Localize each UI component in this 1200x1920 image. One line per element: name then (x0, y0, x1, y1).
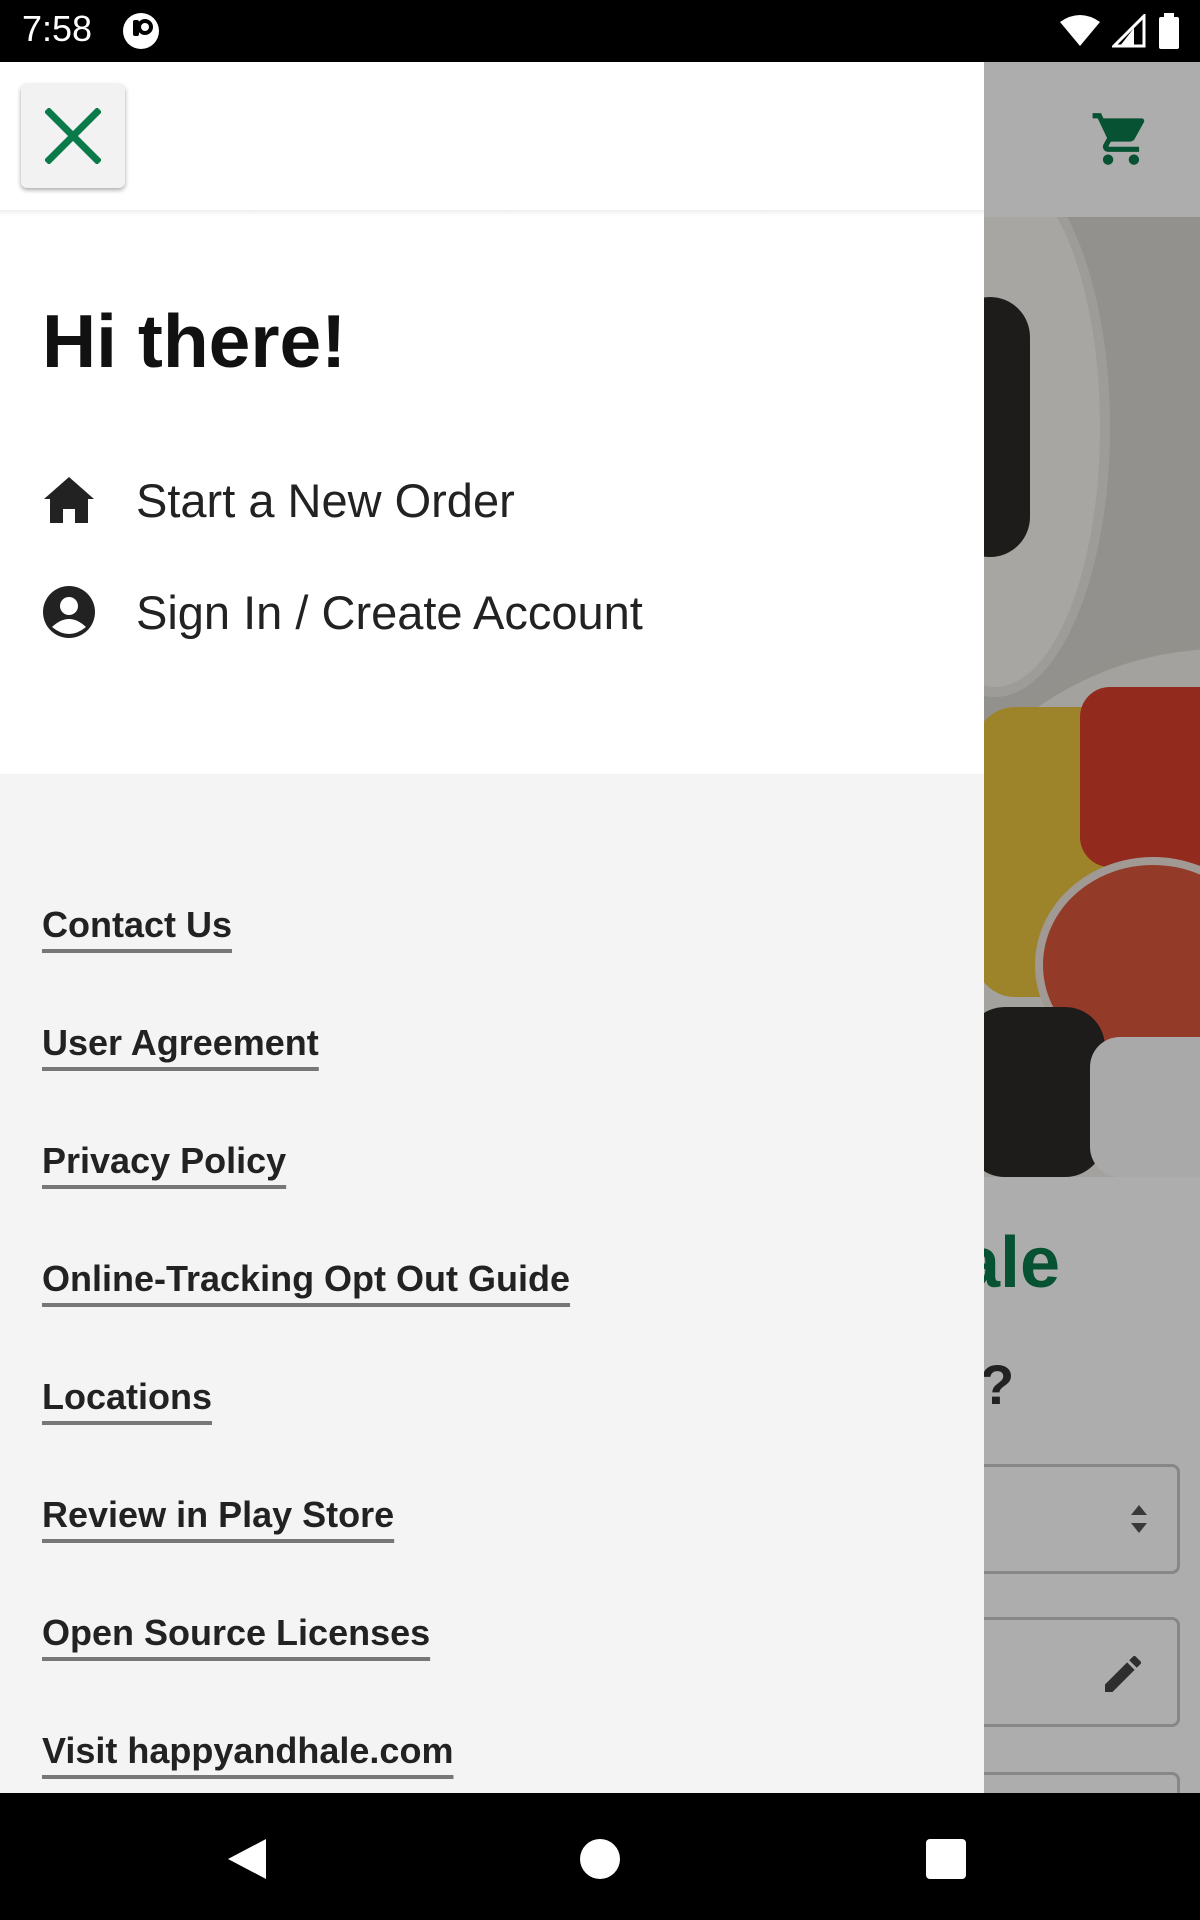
review-play-store-link[interactable]: Review in Play Store (42, 1494, 394, 1536)
visit-website-link[interactable]: Visit happyandhale.com (42, 1730, 453, 1772)
battery-icon (1159, 13, 1179, 49)
privacy-policy-link[interactable]: Privacy Policy (42, 1140, 286, 1182)
home-icon (42, 473, 96, 527)
locations-link[interactable]: Locations (42, 1376, 212, 1418)
system-nav-bar (0, 1793, 1200, 1920)
sign-in-item[interactable]: Sign In / Create Account (42, 577, 643, 647)
signal-icon (1112, 14, 1146, 48)
back-icon[interactable] (226, 1837, 268, 1881)
status-time: 7:58 (22, 8, 93, 49)
opt-out-guide-link[interactable]: Online-Tracking Opt Out Guide (42, 1258, 570, 1300)
home-circle-icon[interactable] (580, 1839, 620, 1879)
greeting-heading: Hi there! (42, 299, 347, 383)
status-bar: 7:58 (0, 0, 1200, 62)
status-icons (1060, 12, 1180, 50)
account-circle-icon (42, 585, 96, 639)
start-new-order-label: Start a New Order (136, 473, 515, 527)
header-divider (0, 210, 984, 216)
navigation-drawer: Hi there! Start a New Order Sign In / Cr… (0, 62, 984, 1793)
app-notification-icon (123, 13, 159, 49)
open-source-licenses-link[interactable]: Open Source Licenses (42, 1612, 430, 1654)
drawer-top-section: Hi there! Start a New Order Sign In / Cr… (0, 62, 984, 774)
sign-in-label: Sign In / Create Account (136, 585, 643, 639)
close-button[interactable] (21, 84, 125, 188)
screen: 7:58 ale ? Hi there! Start a New Order S… (0, 0, 1200, 1920)
start-new-order-item[interactable]: Start a New Order (42, 465, 515, 535)
close-icon (45, 108, 101, 164)
user-agreement-link[interactable]: User Agreement (42, 1022, 319, 1064)
wifi-icon (1060, 15, 1100, 46)
contact-us-link[interactable]: Contact Us (42, 904, 232, 946)
recents-icon[interactable] (926, 1839, 966, 1879)
